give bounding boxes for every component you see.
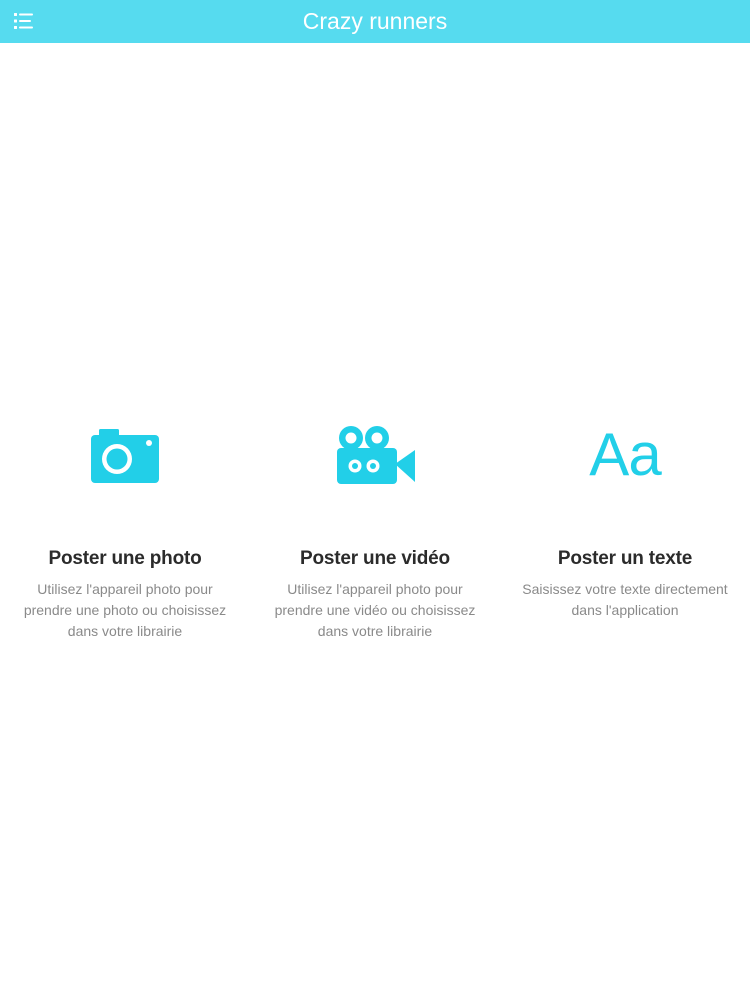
post-video-description: Utilisez l'appareil photo pour prendre u…: [274, 581, 476, 639]
text-icon: Aa: [589, 421, 661, 488]
menu-list-icon: [14, 13, 33, 29]
post-photo-icon-wrap: [0, 420, 250, 490]
post-text-description: Saisissez votre texte directement dans l…: [522, 581, 728, 618]
navigation-bar: Crazy runners: [0, 0, 750, 43]
post-text-title: Poster un texte: [557, 548, 693, 569]
page-title: Crazy runners: [302, 8, 448, 34]
menu-button[interactable]: [10, 8, 38, 34]
post-text-option[interactable]: Aa Poster un texte Saisissez votre texte…: [500, 420, 750, 660]
post-video-icon-wrap: [250, 420, 500, 490]
video-camera-icon: [337, 426, 415, 484]
post-video-title: Poster une vidéo: [300, 548, 450, 569]
post-photo-title: Poster une photo: [48, 548, 202, 569]
post-options: Poster une photo Utilisez l'appareil pho…: [0, 420, 750, 660]
camera-icon: [91, 429, 159, 483]
post-photo-description: Utilisez l'appareil photo pour prendre u…: [23, 581, 227, 639]
post-video-option[interactable]: Poster une vidéo Utilisez l'appareil pho…: [250, 420, 500, 660]
post-photo-option[interactable]: Poster une photo Utilisez l'appareil pho…: [0, 420, 250, 660]
post-text-icon-wrap: Aa: [500, 420, 750, 490]
